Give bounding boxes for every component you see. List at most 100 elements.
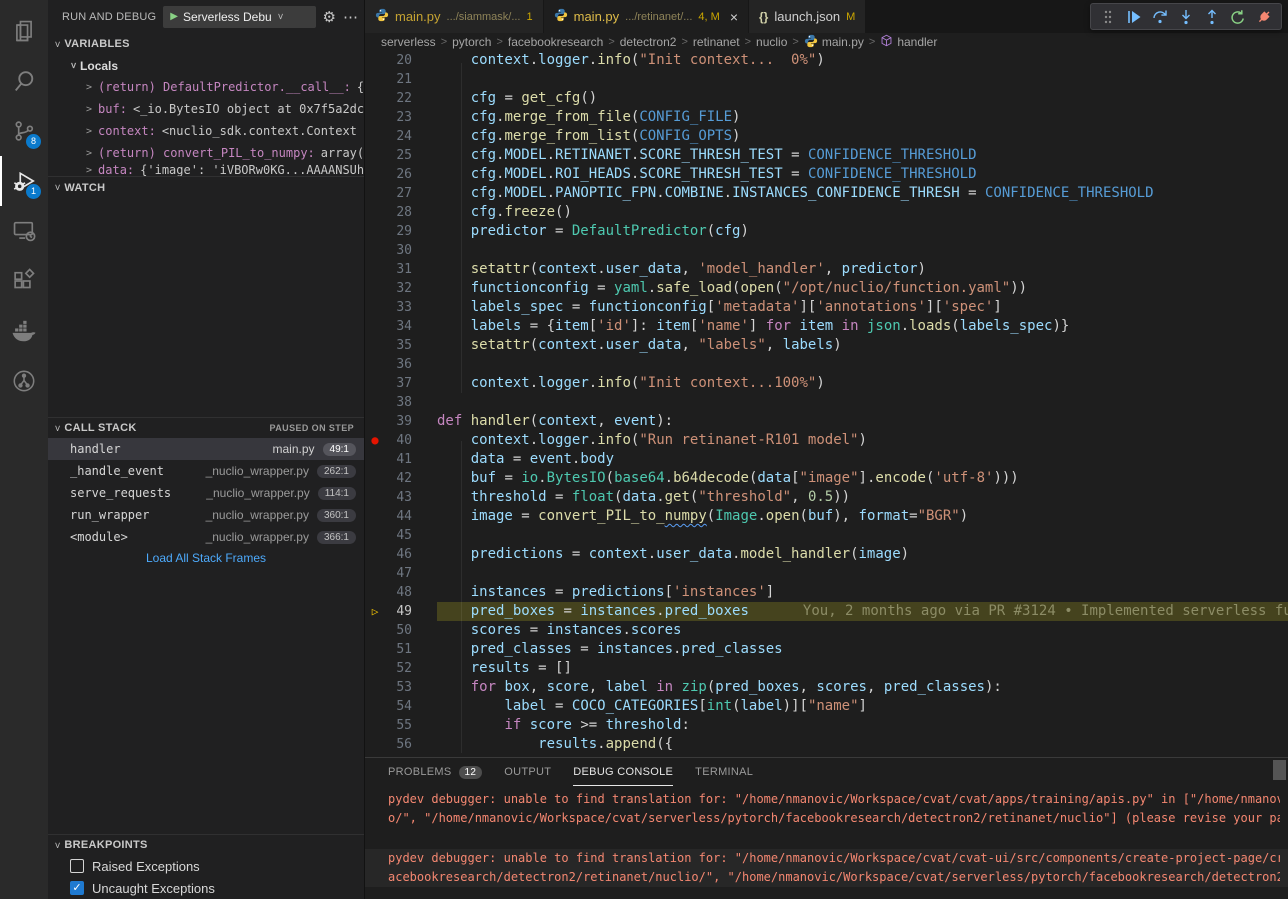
code-line-45[interactable]: 45	[365, 526, 1288, 545]
code-line-21[interactable]: 21	[365, 70, 1288, 89]
gutter[interactable]: 48	[365, 583, 437, 602]
console-message[interactable]: pydev debugger: unable to find translati…	[365, 790, 1288, 828]
call-stack-section-header[interactable]: > CALL STACK PAUSED ON STEP	[48, 417, 364, 438]
code-line-41[interactable]: 41 data = event.body	[365, 450, 1288, 469]
gutter[interactable]: 38	[365, 393, 437, 412]
gutter[interactable]: 52	[365, 659, 437, 678]
gutter[interactable]: 54	[365, 697, 437, 716]
code-line-30[interactable]: 30	[365, 241, 1288, 260]
restart-button[interactable]	[1227, 6, 1249, 28]
more-actions-icon[interactable]: ⋯	[343, 8, 358, 26]
gutter[interactable]: 37	[365, 374, 437, 393]
breakpoints-section-header[interactable]: > BREAKPOINTS	[48, 834, 364, 855]
breadcrumb-item-pytorch[interactable]: pytorch	[452, 35, 491, 49]
breadcrumb-item-detectron2[interactable]: detectron2	[620, 35, 677, 49]
code-line-54[interactable]: 54 label = COCO_CATEGORIES[int(label)]["…	[365, 697, 1288, 716]
breakpoint-icon[interactable]: ●	[365, 431, 385, 450]
gutter[interactable]: 46	[365, 545, 437, 564]
code-line-26[interactable]: 26 cfg.MODEL.ROI_HEADS.SCORE_THRESH_TEST…	[365, 165, 1288, 184]
code-line-47[interactable]: 47	[365, 564, 1288, 583]
gutter[interactable]: ▷49	[365, 602, 437, 621]
code-line-35[interactable]: 35 setattr(context.user_data, "labels", …	[365, 336, 1288, 355]
variable-row[interactable]: >(return) convert_PIL_to_numpy:array([[[…	[48, 142, 364, 164]
stack-frame-run_wrapper[interactable]: run_wrapper_nuclio_wrapper.py360:1	[48, 504, 364, 526]
gutter[interactable]: 26	[365, 165, 437, 184]
run-debug-icon[interactable]: 1	[0, 156, 48, 206]
gutter[interactable]: 50	[365, 621, 437, 640]
code-editor[interactable]: 20 context.logger.info("Init context... …	[365, 51, 1288, 757]
variable-row[interactable]: >buf:<_io.BytesIO object at 0x7f5a2dc1ec…	[48, 98, 364, 120]
code-line-39[interactable]: 39def handler(context, event):	[365, 412, 1288, 431]
gutter[interactable]: 23	[365, 108, 437, 127]
disconnect-button[interactable]	[1253, 6, 1275, 28]
gutter[interactable]: 53	[365, 678, 437, 697]
code-line-56[interactable]: 56 results.append({	[365, 735, 1288, 754]
code-line-34[interactable]: 34 labels = {item['id']: item['name'] fo…	[365, 317, 1288, 336]
code-line-43[interactable]: 43 threshold = float(data.get("threshold…	[365, 488, 1288, 507]
breakpoint-option-row[interactable]: Raised Exceptions	[48, 855, 364, 877]
code-line-22[interactable]: 22 cfg = get_cfg()	[365, 89, 1288, 108]
gutter[interactable]: 56	[365, 735, 437, 754]
load-all-stack-frames-link[interactable]: Load All Stack Frames	[48, 548, 364, 568]
gutter[interactable]: 55	[365, 716, 437, 735]
step-over-button[interactable]	[1149, 6, 1171, 28]
search-icon[interactable]	[0, 56, 48, 106]
code-line-55[interactable]: 55 if score >= threshold:	[365, 716, 1288, 735]
breadcrumb-item-handler[interactable]: handler	[880, 34, 937, 50]
code-line-31[interactable]: 31 setattr(context.user_data, 'model_han…	[365, 260, 1288, 279]
code-line-53[interactable]: 53 for box, score, label in zip(pred_box…	[365, 678, 1288, 697]
panel-scrollbar[interactable]	[1273, 760, 1286, 780]
gutter[interactable]: 51	[365, 640, 437, 659]
remote-explorer-icon[interactable]	[0, 206, 48, 256]
gutter[interactable]: 33	[365, 298, 437, 317]
gutter[interactable]: 43	[365, 488, 437, 507]
code-line-37[interactable]: 37 context.logger.info("Init context...1…	[365, 374, 1288, 393]
gutter[interactable]: 44	[365, 507, 437, 526]
breadcrumb-item-nuclio[interactable]: nuclio	[756, 35, 787, 49]
breadcrumb-item-serverless[interactable]: serverless	[381, 35, 436, 49]
source-control-icon[interactable]: 8	[0, 106, 48, 156]
gutter[interactable]: 34	[365, 317, 437, 336]
code-line-44[interactable]: 44 image = convert_PIL_to_numpy(Image.op…	[365, 507, 1288, 526]
gutter[interactable]: 32	[365, 279, 437, 298]
start-debug-icon[interactable]: ▶	[170, 11, 178, 22]
variable-row[interactable]: >context:<nuclio_sdk.context.Context obj…	[48, 120, 364, 142]
code-line-24[interactable]: 24 cfg.merge_from_list(CONFIG_OPTS)	[365, 127, 1288, 146]
editor-tab-launch.json[interactable]: {}launch.jsonM	[749, 0, 866, 33]
gutter[interactable]: 47	[365, 564, 437, 583]
gutter[interactable]: 29	[365, 222, 437, 241]
editor-tab-main.py[interactable]: main.py.../retinanet/...4, M×	[544, 0, 749, 33]
variable-row[interactable]: >data:{'image': 'iVBORw0KG...AAAANSUhE…	[48, 164, 364, 176]
variables-section-header[interactable]: > VARIABLES	[48, 33, 364, 55]
code-line-36[interactable]: 36	[365, 355, 1288, 374]
gutter[interactable]: ●40	[365, 431, 437, 450]
gutter[interactable]: 28	[365, 203, 437, 222]
console-message[interactable]: pydev debugger: unable to find translati…	[365, 849, 1288, 887]
stack-frame-serve_requests[interactable]: serve_requests_nuclio_wrapper.py114:1	[48, 482, 364, 504]
code-line-46[interactable]: 46 predictions = context.user_data.model…	[365, 545, 1288, 564]
step-into-button[interactable]	[1175, 6, 1197, 28]
gutter[interactable]: 42	[365, 469, 437, 488]
continue-button[interactable]	[1123, 6, 1145, 28]
code-line-50[interactable]: 50 scores = instances.scores	[365, 621, 1288, 640]
extensions-icon[interactable]	[0, 256, 48, 306]
gutter[interactable]: 25	[365, 146, 437, 165]
code-line-51[interactable]: 51 pred_classes = instances.pred_classes	[365, 640, 1288, 659]
code-line-40[interactable]: ●40 context.logger.info("Run retinanet-R…	[365, 431, 1288, 450]
close-tab-icon[interactable]: ×	[730, 9, 738, 25]
gutter[interactable]: 24	[365, 127, 437, 146]
current-step-icon[interactable]: ▷	[365, 602, 385, 621]
step-out-button[interactable]	[1201, 6, 1223, 28]
code-line-29[interactable]: 29 predictor = DefaultPredictor(cfg)	[365, 222, 1288, 241]
code-line-28[interactable]: 28 cfg.freeze()	[365, 203, 1288, 222]
checkbox[interactable]: ✓	[70, 881, 84, 895]
code-line-23[interactable]: 23 cfg.merge_from_file(CONFIG_FILE)	[365, 108, 1288, 127]
code-line-25[interactable]: 25 cfg.MODEL.RETINANET.SCORE_THRESH_TEST…	[365, 146, 1288, 165]
code-line-42[interactable]: 42 buf = io.BytesIO(base64.b64decode(dat…	[365, 469, 1288, 488]
breadcrumb-item-facebookresearch[interactable]: facebookresearch	[508, 35, 603, 49]
breakpoint-option-row[interactable]: ✓Uncaught Exceptions	[48, 877, 364, 899]
explorer-icon[interactable]	[0, 6, 48, 56]
panel-tab-terminal[interactable]: TERMINAL	[695, 758, 753, 786]
gutter[interactable]: 22	[365, 89, 437, 108]
gutter[interactable]: 20	[365, 51, 437, 70]
